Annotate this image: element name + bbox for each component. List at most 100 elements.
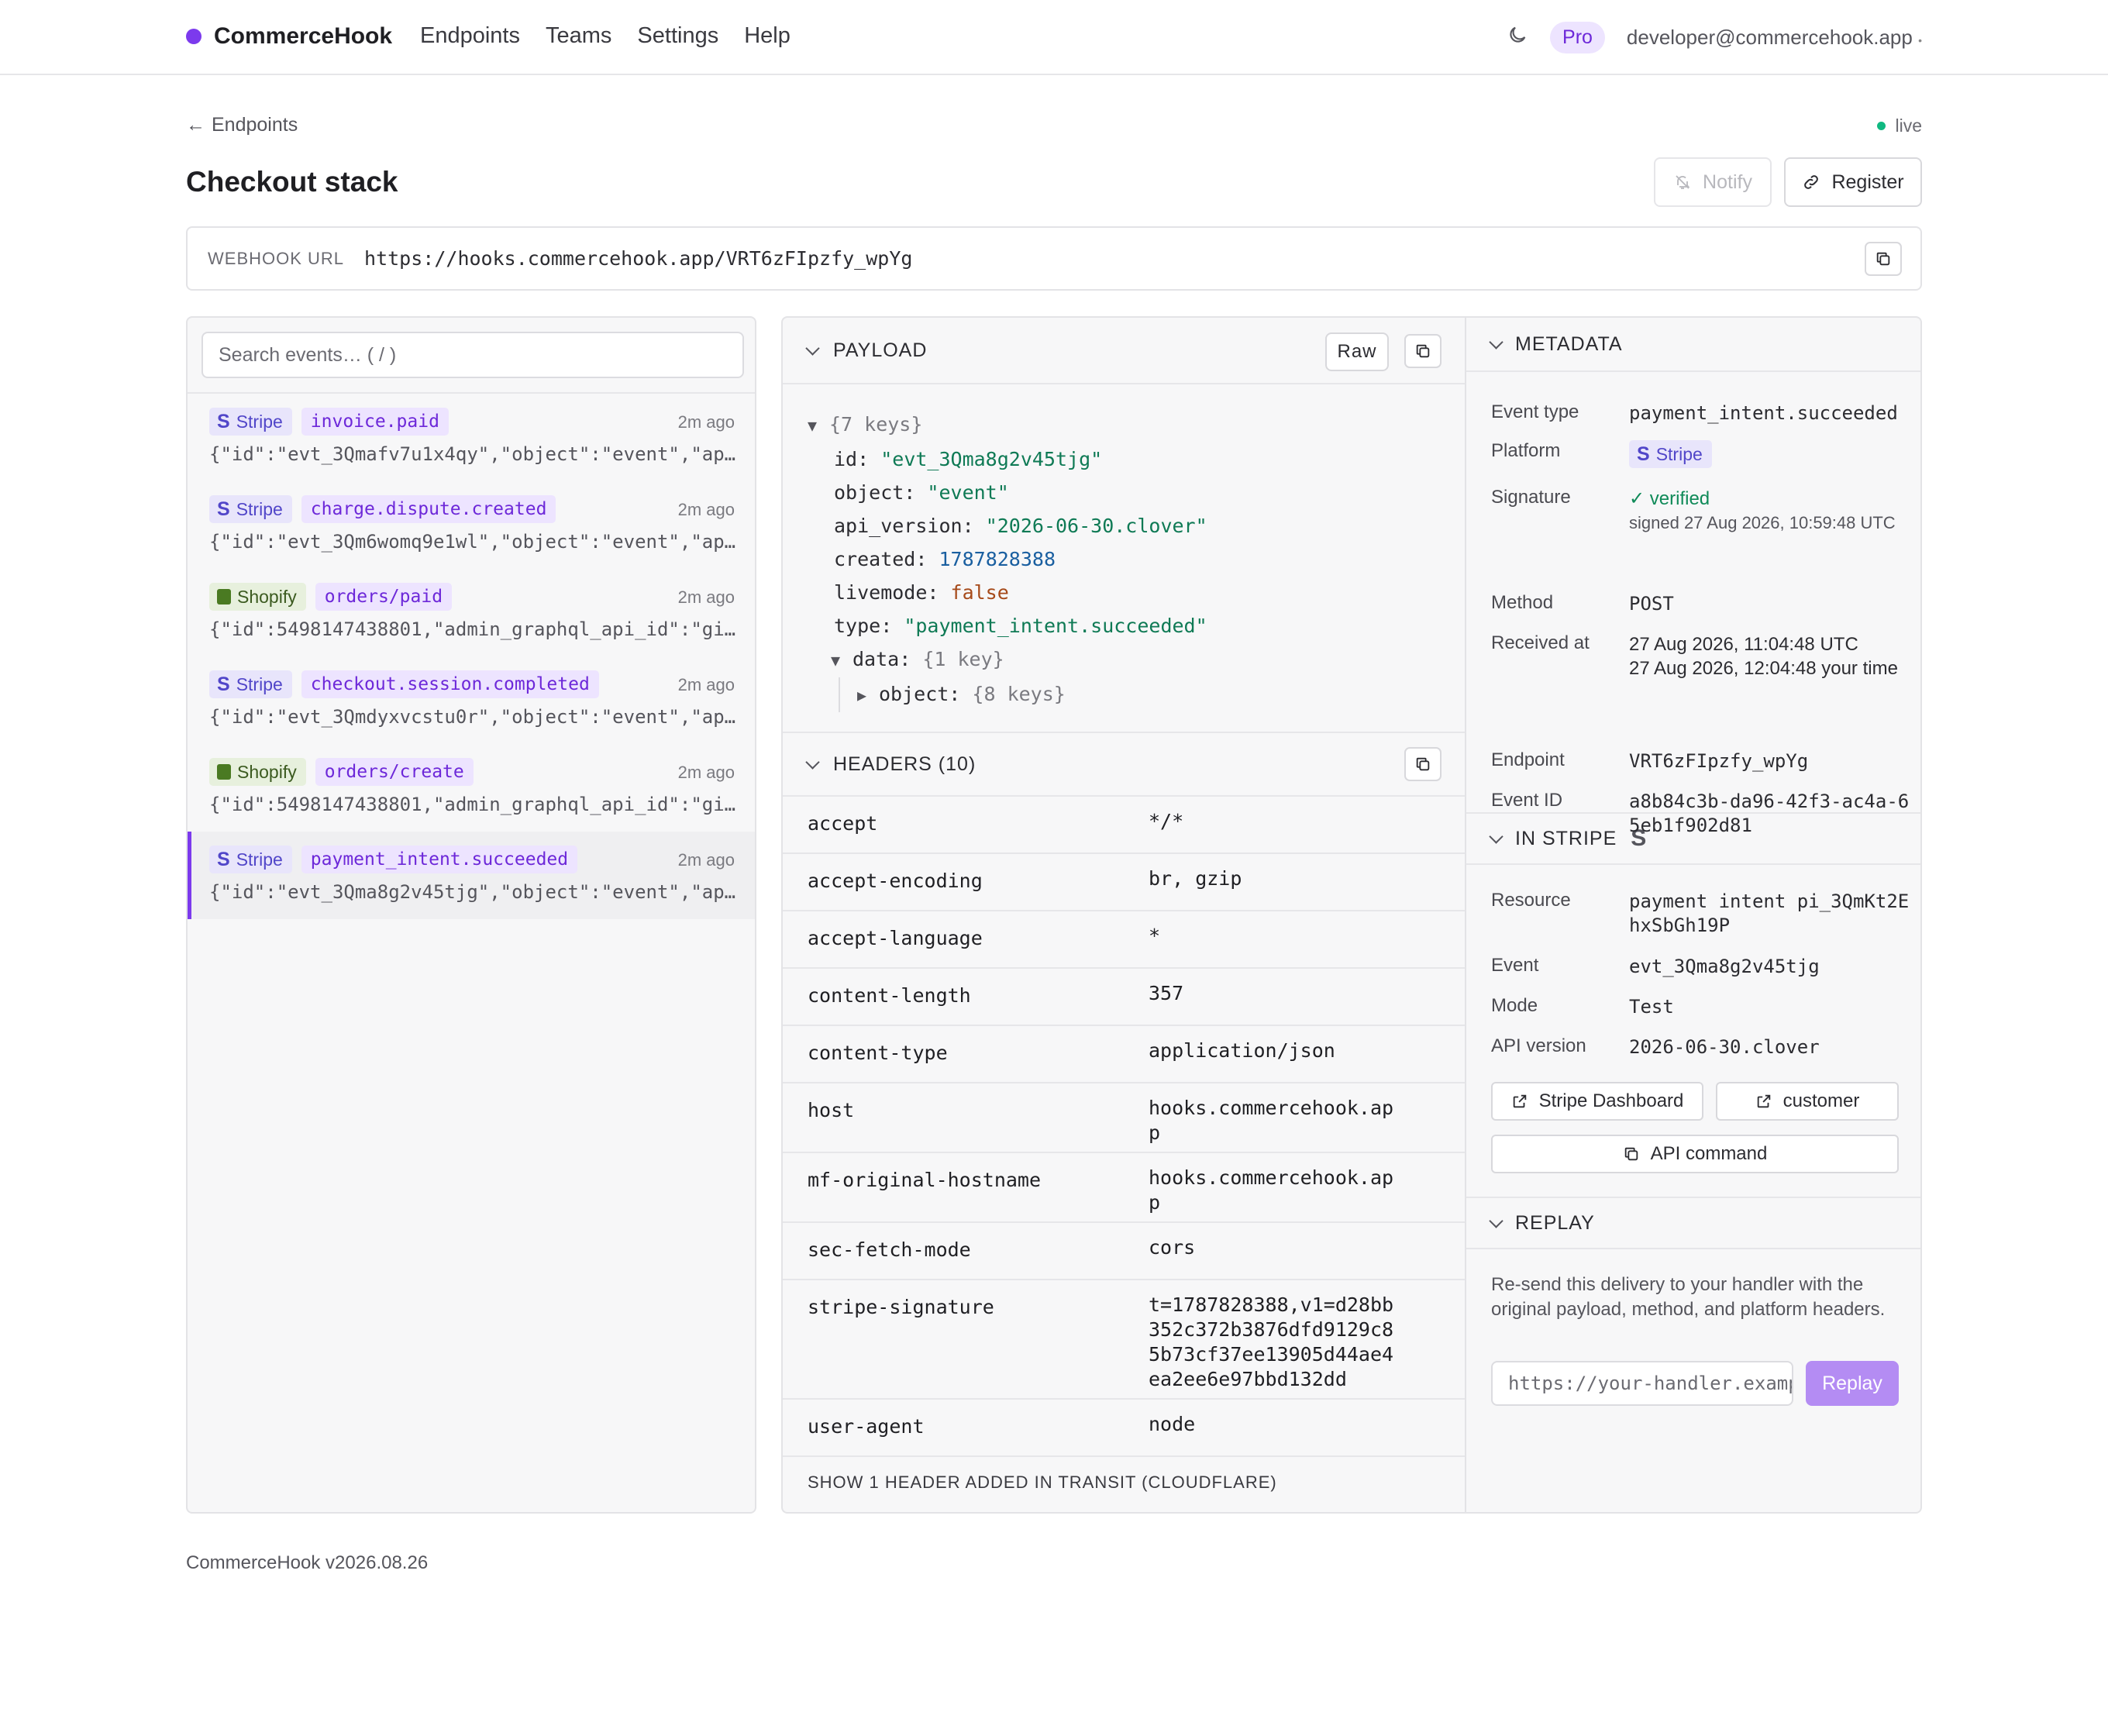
platform-chip: S Stripe [209, 408, 292, 436]
stripe-label: Resource [1491, 890, 1571, 911]
notify-button[interactable]: Notify [1654, 157, 1772, 207]
search-events-input[interactable]: Search events… ( / ) [202, 332, 744, 378]
external-link-icon [1757, 1094, 1770, 1108]
nav-link-endpoints[interactable]: Endpoints [420, 23, 520, 49]
event-item[interactable]: S Stripe checkout.session.completed 2m ag… [188, 656, 755, 744]
metadata-title: METADATA [1515, 332, 1623, 355]
nav-link-help[interactable]: Help [744, 23, 790, 49]
payload-title: PAYLOAD [833, 339, 928, 361]
api-command-button[interactable]: API command [1491, 1135, 1899, 1173]
json-root[interactable]: ▼ {7 keys} [808, 408, 1465, 443]
copy-icon [1624, 1147, 1638, 1161]
event-item-selected[interactable]: S Stripe payment_intent.succeeded 2m ago … [188, 832, 755, 919]
metadata-list: Event type payment_intent.succeeded Platf… [1466, 372, 1920, 836]
json-field: id: "evt_3Qma8g2v45tjg" [834, 448, 1103, 470]
metadata-header[interactable]: METADATA [1466, 318, 1920, 372]
nav-link-teams[interactable]: Teams [546, 23, 611, 49]
event-preview: {"id":5498147438801,"admin_graphql_api_i… [209, 618, 736, 640]
copy-icon [1416, 344, 1430, 358]
page-title: Checkout stack [186, 166, 398, 198]
event-topic: orders/create [315, 758, 474, 786]
event-time: 2m ago [677, 587, 735, 607]
copy-payload-button[interactable] [1404, 334, 1442, 368]
platform-chip: Shopify [209, 758, 306, 786]
json-node-object[interactable]: ▶ object: {8 keys} [857, 677, 1465, 712]
show-transit-headers-link[interactable]: SHOW 1 HEADER ADDED IN TRANSIT (CLOUDFLA… [783, 1457, 1465, 1508]
top-navbar: CommerceHook Endpoints Teams Settings He… [0, 0, 2108, 75]
stripe-icon: S [217, 498, 230, 520]
footer-version: CommerceHook v2026.08.26 [186, 1552, 429, 1573]
event-time: 2m ago [677, 412, 735, 432]
external-link-icon [1513, 1094, 1526, 1108]
brand-name: CommerceHook [214, 23, 393, 49]
customer-button[interactable]: customer [1716, 1082, 1899, 1121]
live-status: live [1877, 115, 1922, 136]
meta-label: Event type [1491, 401, 1579, 422]
nav-link-settings[interactable]: Settings [637, 23, 718, 49]
meta-label: Event ID [1491, 790, 1563, 811]
moon-icon[interactable] [1507, 24, 1528, 51]
json-field: created: 1787828388 [834, 548, 1056, 570]
replay-button[interactable]: Replay [1806, 1361, 1899, 1406]
meta-label: Method [1491, 592, 1554, 613]
register-label: Register [1831, 170, 1904, 193]
payload-header[interactable]: PAYLOAD Raw [783, 318, 1465, 384]
json-node-data[interactable]: ▼ data: {1 key} [831, 642, 1465, 677]
headers-title: HEADERS (10) [833, 753, 976, 775]
json-field: object: "event" [834, 481, 1009, 504]
stripe-label: Mode [1491, 995, 1538, 1016]
json-field: api_version: "2026-06-30.clover" [834, 515, 1207, 537]
triangle-down-icon: ▼ [808, 416, 818, 435]
stripe-resource[interactable]: payment intent pi_3QmKt2EhxSbGh19P [1629, 890, 1912, 938]
in-stripe-title: IN STRIPE [1515, 827, 1617, 849]
meta-event-id: a8b84c3b-da96-42f3-ac4a-65eb1f902d81 [1629, 790, 1910, 836]
nav-right: Pro developer@commercehook.app • [1507, 22, 1922, 53]
json-field: type: "payment_intent.succeeded" [834, 615, 1207, 637]
stripe-mode: Test [1629, 996, 1674, 1018]
live-dot-icon [1877, 122, 1886, 130]
detail-panel: PAYLOAD Raw ▼ {7 keys} id: "evt_3Qma8g2v4… [781, 316, 1465, 1514]
brand[interactable]: CommerceHook [186, 23, 392, 50]
replay-url-input[interactable]: https://your-handler.example.com/webhook [1491, 1361, 1793, 1406]
copy-icon [1876, 252, 1890, 266]
shopify-bag-icon [217, 764, 231, 780]
chevron-down-icon [1489, 828, 1504, 844]
stripe-dashboard-button[interactable]: Stripe Dashboard [1491, 1082, 1703, 1121]
stripe-icon: S [1637, 443, 1650, 465]
signature-time: signed 27 Aug 2026, 10:59:48 UTC [1629, 513, 1896, 532]
headers-header[interactable]: HEADERS (10) [783, 733, 1465, 797]
meta-label: Endpoint [1491, 749, 1565, 770]
meta-platform: S Stripe [1629, 440, 1912, 468]
platform-chip: S Stripe [1629, 440, 1712, 468]
webhook-url-bar: WEBHOOK URL https://hooks.commercehook.a… [186, 226, 1922, 291]
register-button[interactable]: Register [1784, 157, 1922, 207]
event-item[interactable]: Shopify orders/paid 2m ago {"id":5498147… [188, 569, 755, 656]
event-item[interactable]: Shopify orders/create 2m ago {"id":54981… [188, 744, 755, 832]
webhook-url-label: WEBHOOK URL [208, 248, 345, 268]
stripe-icon: S [217, 848, 230, 870]
event-preview: {"id":"evt_3Qm6womq9e1wl","object":"even… [209, 531, 736, 553]
webhook-url-value[interactable]: https://hooks.commercehook.app/VRT6zFIpz… [364, 247, 912, 270]
header-row: accept-encoding br, gzip [783, 854, 1465, 911]
plan-badge: Pro [1550, 22, 1605, 53]
copy-headers-button[interactable] [1404, 747, 1442, 781]
event-list: S Stripe invoice.paid 2m ago {"id":"evt_3… [188, 392, 755, 919]
replay-section: Re-send this delivery to your handler wi… [1466, 1249, 1920, 1451]
raw-button[interactable]: Raw [1325, 332, 1389, 371]
user-email[interactable]: developer@commercehook.app • [1627, 26, 1922, 50]
back-link[interactable]: ← Endpoints [186, 114, 298, 136]
event-time: 2m ago [677, 500, 735, 519]
copy-webhook-button[interactable] [1865, 242, 1902, 276]
stripe-icon: S [217, 410, 230, 432]
back-label: Endpoints [212, 114, 298, 136]
replay-title: REPLAY [1515, 1211, 1595, 1234]
event-item[interactable]: S Stripe charge.dispute.created 2m ago {"… [188, 481, 755, 569]
replay-header[interactable]: REPLAY [1466, 1198, 1920, 1249]
stripe-label: API version [1491, 1035, 1586, 1056]
event-item[interactable]: S Stripe invoice.paid 2m ago {"id":"evt_3… [188, 394, 755, 481]
chevron-down-icon [1489, 334, 1504, 350]
shopify-bag-icon [217, 589, 231, 604]
main-nav: Endpoints Teams Settings Help [420, 23, 790, 49]
event-preview: {"id":"evt_3Qmafv7u1x4qy","object":"even… [209, 443, 736, 465]
meta-event-type: payment_intent.succeeded [1629, 402, 1898, 424]
